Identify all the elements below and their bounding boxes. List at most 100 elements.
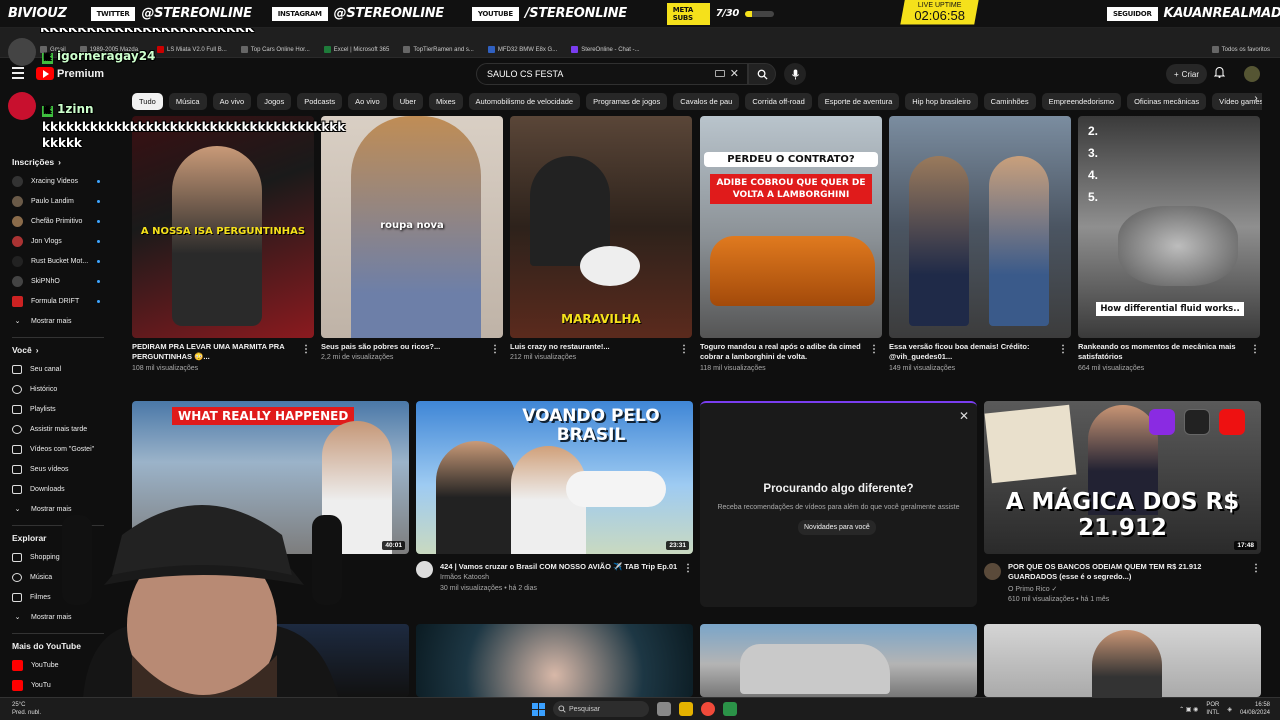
notifications-bell-icon[interactable] [1213, 66, 1226, 81]
chip-7[interactable]: Mixes [428, 93, 463, 110]
more-options-icon[interactable]: ⋮ [869, 344, 879, 355]
chip-3[interactable]: Jogos [257, 93, 292, 110]
more-options-icon[interactable]: ⋮ [679, 344, 689, 355]
sidebar-item-your-channel[interactable]: Seu canal [0, 359, 116, 379]
more-options-icon[interactable]: ⋮ [683, 563, 693, 574]
video-thumbnail[interactable] [700, 624, 977, 697]
short-thumbnail[interactable]: 2. 3. 4. 5. How differential fluid works.. [1078, 116, 1260, 338]
chip-14[interactable]: Caminhões [983, 93, 1036, 110]
sidebar-sub-item[interactable]: Jon Vlogs [0, 231, 116, 251]
tray-icons[interactable]: ⌃ ▣ ◉ [1179, 706, 1198, 713]
short-views: 664 mil visualizações [1078, 365, 1145, 372]
close-icon[interactable]: ✕ [959, 409, 969, 423]
search-input[interactable]: SAULO CS FESTA ✕ [476, 63, 748, 85]
sidebar-sub-item[interactable]: Paulo Landim [0, 191, 116, 211]
all-bookmarks[interactable]: Todos os favoritos [1211, 46, 1270, 53]
chip-4[interactable]: Podcasts [297, 93, 343, 110]
clock[interactable]: 16:58 04/08/2024 [1240, 701, 1270, 717]
more-options-icon[interactable]: ⋮ [1058, 344, 1068, 355]
channel-name[interactable]: Irmãos Katoosh [440, 574, 489, 581]
more-options-icon[interactable]: ⋮ [1250, 344, 1260, 355]
short-thumbnail[interactable]: MARAVILHA [510, 116, 692, 338]
chip-9[interactable]: Programas de jogos [586, 93, 668, 110]
account-avatar[interactable] [1244, 66, 1260, 82]
sidebar-item-liked[interactable]: Vídeos com "Gostei" [0, 439, 116, 459]
short-title[interactable]: Luis crazy no restaurante!... [510, 342, 670, 352]
sidebar-sub-item[interactable]: Chefão Primitivo [0, 211, 116, 231]
chip-0[interactable]: Tudo [132, 93, 163, 110]
video-title[interactable]: POR QUE OS BANCOS ODEIAM QUEM TEM R$ 21.… [1008, 562, 1243, 582]
chip-13[interactable]: Hip hop brasileiro [905, 93, 978, 110]
video-thumbnail[interactable]: VOANDO PELO BRASIL 23:31 [416, 401, 693, 554]
chip-16[interactable]: Oficinas mecânicas [1127, 93, 1207, 110]
sidebar-sub-item[interactable]: Xracing Videos [0, 171, 116, 191]
file-explorer-icon[interactable] [679, 702, 693, 716]
short-title[interactable]: Rankeando os momentos de mecânica mais s… [1078, 342, 1243, 362]
bookmark[interactable]: TopTierRamen and s... [403, 46, 474, 53]
short-title[interactable]: Seus pais são pobres ou ricos?... [321, 342, 481, 352]
sidebar-show-more[interactable]: ⌄Mostrar mais [0, 311, 116, 331]
short-views: 2,2 mi de visualizações [321, 354, 394, 361]
app-icon[interactable] [723, 702, 737, 716]
task-view-icon[interactable] [657, 702, 671, 716]
chip-11[interactable]: Corrida off-road [745, 93, 812, 110]
short-thumbnail[interactable]: PERDEU O CONTRATO? ADIBE COBROU QUE QUER… [700, 116, 882, 338]
chip-12[interactable]: Esporte de aventura [817, 93, 900, 110]
short-thumbnail[interactable] [889, 116, 1071, 338]
short-thumbnail[interactable]: roupa nova [321, 116, 503, 338]
bookmark[interactable]: MFD32 BMW E8x G... [487, 46, 557, 53]
chip-10[interactable]: Cavalos de pau [673, 93, 740, 110]
keyboard-icon[interactable] [715, 70, 725, 77]
short-title[interactable]: Essa versão ficou boa demais! Crédito: @… [889, 342, 1054, 362]
short-title[interactable]: PEDIRAM PRA LEVAR UMA MARMITA PRA PERGUN… [132, 342, 292, 362]
chip-2[interactable]: Ao vivo [212, 93, 252, 110]
chip-15[interactable]: Empreendedorismo [1041, 93, 1122, 110]
taskbar-search[interactable]: Pesquisar [553, 701, 649, 717]
sidebar-item-playlists[interactable]: Playlists [0, 399, 116, 419]
hamburger-menu-icon[interactable] [12, 67, 24, 79]
more-options-icon[interactable]: ⋮ [301, 344, 311, 355]
new-to-you-button[interactable]: Novidades para você [798, 520, 876, 535]
chip-6[interactable]: Uber [392, 93, 423, 110]
video-thumbnail[interactable] [416, 624, 693, 697]
keyboard-language[interactable]: POR INTL [1206, 701, 1219, 717]
chrome-icon[interactable] [701, 702, 715, 716]
channel-name[interactable]: O Primo Rico ✓ [1008, 585, 1057, 593]
youtube-handle: /STEREONLINE [524, 6, 627, 21]
more-options-icon[interactable]: ⋮ [490, 344, 500, 355]
search-button[interactable] [748, 63, 776, 85]
channel-avatar[interactable] [984, 563, 1001, 580]
sidebar-sub-item[interactable]: Formula DRIFT [0, 291, 116, 311]
sidebar-sub-item[interactable]: Rust Bucket Mot... [0, 251, 116, 271]
video-title[interactable]: 424 | Vamos cruzar o Brasil COM NOSSO AV… [440, 562, 680, 572]
bookmark[interactable]: StereOnline - Chat -... [571, 46, 640, 53]
youtube-logo[interactable]: Premium [36, 67, 104, 80]
voice-search-button[interactable] [784, 63, 806, 85]
sidebar-sub-item[interactable]: SkiPNhO [0, 271, 116, 291]
create-button[interactable]: + Criar [1166, 64, 1208, 84]
subscriptions-heading[interactable]: Inscrições › [0, 157, 116, 167]
clock-icon [12, 424, 22, 434]
chip-8[interactable]: Automobilismo de velocidade [468, 93, 581, 110]
chip-5[interactable]: Ao vivo [348, 93, 387, 110]
you-heading[interactable]: Você › [0, 345, 116, 355]
bookmark[interactable]: LS Miata V2.0 Full B... [157, 46, 227, 53]
differential-part [1118, 206, 1238, 286]
bookmark[interactable]: Excel | Microsoft 365 [323, 46, 389, 53]
chip-1[interactable]: Música [168, 93, 207, 110]
nubank-logo [1149, 409, 1175, 435]
short-thumbnail[interactable]: A NOSSA ISA PERGUNTINHAS [132, 116, 314, 338]
video-thumbnail[interactable] [984, 624, 1261, 697]
chevron-right-icon[interactable]: › [1248, 93, 1264, 110]
windows-start-icon[interactable] [532, 702, 545, 716]
clear-search-icon[interactable]: ✕ [730, 67, 739, 80]
sidebar-item-watch-later[interactable]: Assistir mais tarde [0, 419, 116, 439]
bookmark[interactable]: Top Cars Online Hor... [240, 46, 310, 53]
network-icon[interactable]: ◈ [1227, 706, 1232, 713]
short-title[interactable]: Toguro mandou a real após o adibe da cim… [700, 342, 865, 362]
weather-widget[interactable]: 25°C Pred. nubl. [12, 701, 41, 717]
sidebar-item-history[interactable]: Histórico [0, 379, 116, 399]
channel-avatar[interactable] [416, 561, 433, 578]
more-options-icon[interactable]: ⋮ [1251, 563, 1261, 574]
video-thumbnail[interactable]: A MÁGICA DOS R$ 21.912 17:48 [984, 401, 1261, 554]
